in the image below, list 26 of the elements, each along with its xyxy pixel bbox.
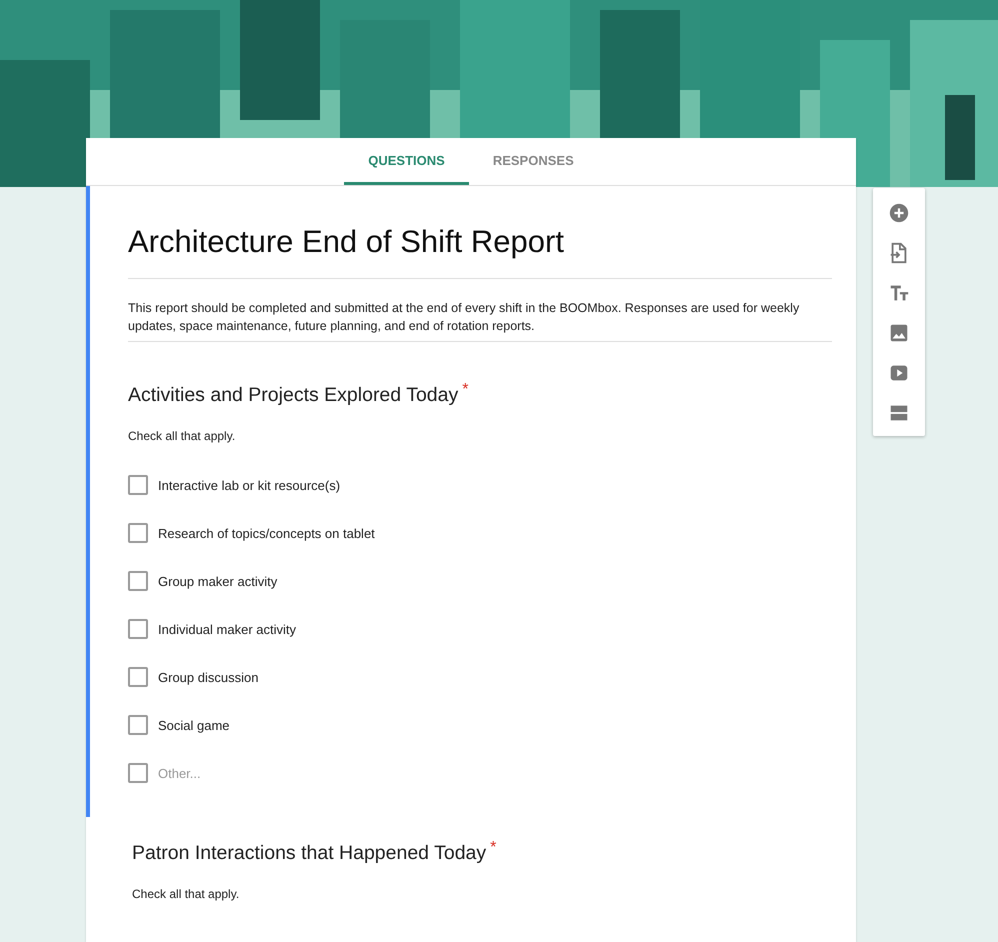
option-label: Social game [158,718,230,732]
tab[interactable]: QUESTIONS [344,138,469,185]
question-title: Activities and Projects Explored Today [128,383,458,408]
question-hint: Check all that apply. [132,887,240,901]
checkbox[interactable] [128,571,148,591]
option-label: Interactive lab or kit resource(s) [158,478,340,492]
option-label: Other... [158,766,201,780]
tab[interactable]: RESPONSES [468,138,598,185]
checkbox[interactable] [128,619,148,639]
question-hint: Check all that apply. [128,429,236,443]
form-title: Architecture End of Shift Report [128,223,565,261]
form-description: This report should be completed and submitted at the end of every shift in the BOOMbox. Responses are used for weekly updates, space maintenance, future planning, and end of rotation reports. [128,300,800,335]
checkbox[interactable] [128,667,148,687]
option-label: Group discussion [158,670,258,684]
checkbox[interactable] [128,523,148,543]
image-icon[interactable] [888,322,910,344]
add-icon[interactable] [888,202,910,224]
option-label: Group maker activity [158,574,278,588]
checkbox[interactable] [128,763,148,783]
question-title: Patron Interactions that Happened Today [132,841,486,866]
required-mark: * [462,381,468,399]
required-mark: * [490,839,496,857]
checkbox[interactable] [128,715,148,735]
option-label: Research of topics/concepts on tablet [158,526,375,540]
option-label: Individual maker activity [158,622,296,636]
checkbox[interactable] [128,475,148,495]
